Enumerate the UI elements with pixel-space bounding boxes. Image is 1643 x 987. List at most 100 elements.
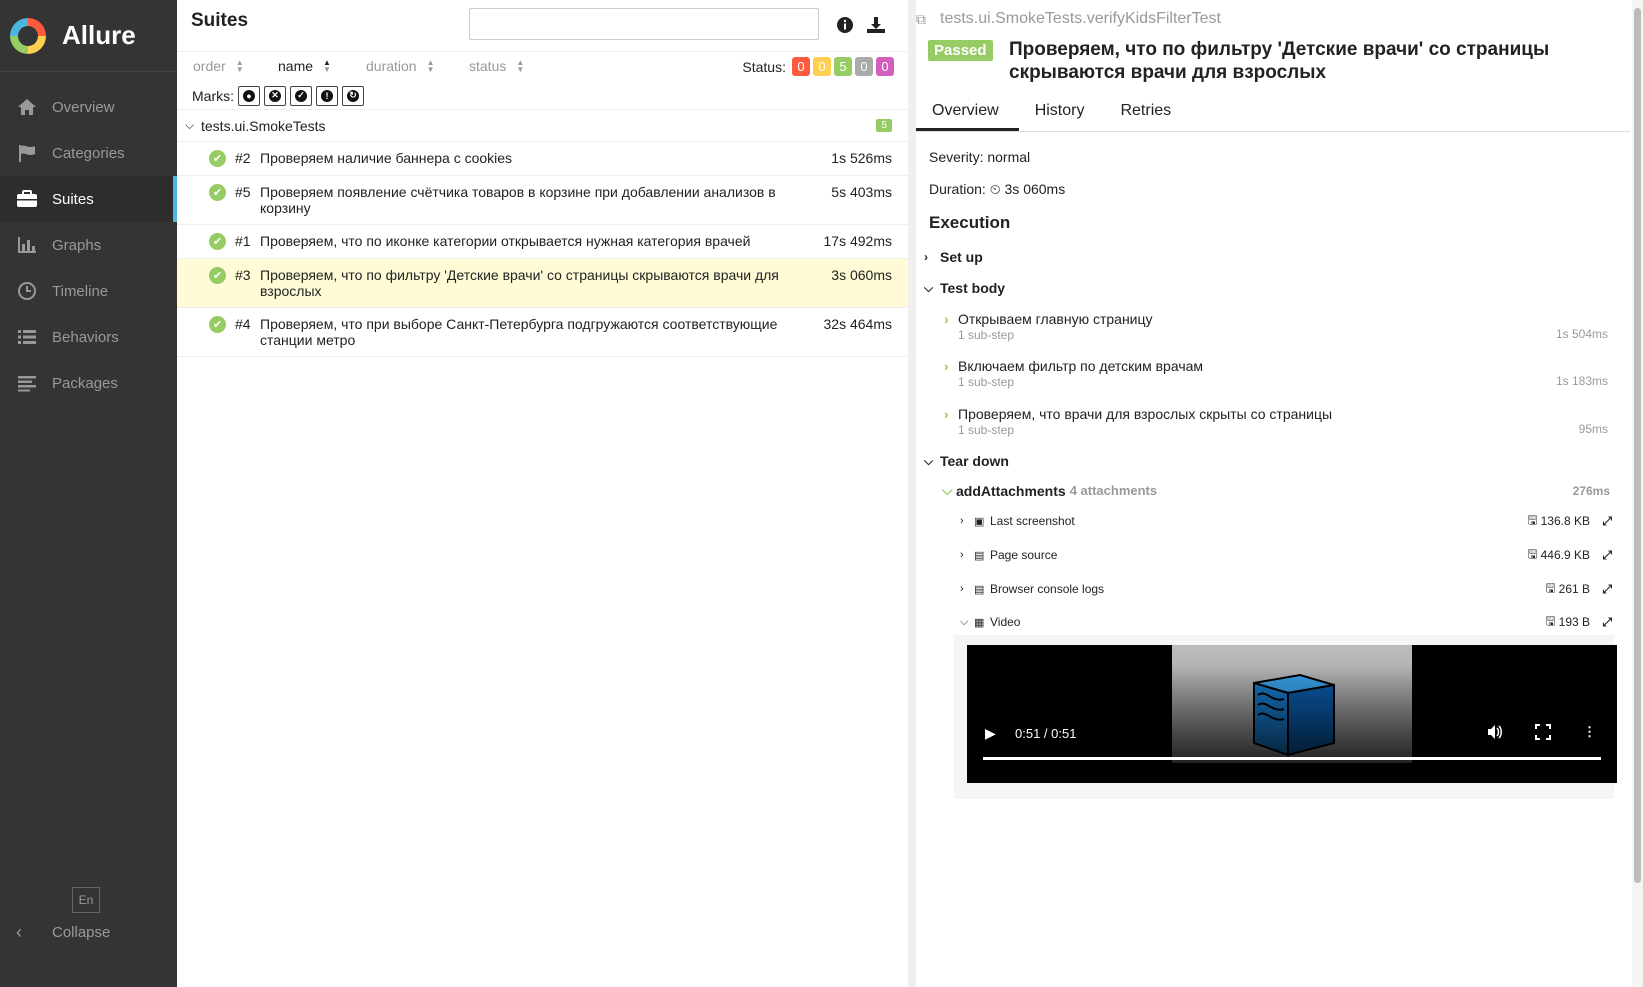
sidebar-item-suites[interactable]: Suites bbox=[0, 176, 177, 222]
tab-history[interactable]: History bbox=[1019, 98, 1105, 131]
tab-overview[interactable]: Overview bbox=[916, 98, 1019, 131]
sidebar-item-graphs[interactable]: Graphs bbox=[0, 222, 177, 268]
save-icon: 🖫 bbox=[1527, 512, 1538, 527]
video-progress-bar[interactable] bbox=[983, 757, 1601, 760]
language-button[interactable]: En bbox=[72, 887, 100, 913]
sort-by-duration[interactable]: duration ▲ ▼ bbox=[366, 58, 435, 74]
sidebar-item-timeline[interactable]: Timeline bbox=[0, 268, 177, 314]
times-circle-icon: ✕ bbox=[269, 89, 281, 102]
tab-retries[interactable]: Retries bbox=[1104, 98, 1191, 131]
sort-by-name[interactable]: name ▲ ▼ bbox=[278, 58, 331, 74]
status-filter: Status: 0 0 5 0 0 bbox=[742, 57, 894, 76]
passed-check-icon: ✔ bbox=[209, 267, 226, 284]
sort-by-status[interactable]: status ▲ ▼ bbox=[469, 58, 524, 74]
search-input[interactable] bbox=[469, 8, 819, 40]
setup-section[interactable]: › Set up bbox=[924, 249, 983, 265]
sidebar-item-overview[interactable]: Overview bbox=[0, 84, 177, 130]
download-icon[interactable] bbox=[865, 14, 887, 36]
more-options-icon[interactable]: ⋮ bbox=[1583, 724, 1596, 740]
mark-new-failed-toggle[interactable]: ✕ bbox=[264, 85, 286, 106]
test-number: #5 bbox=[235, 184, 251, 200]
attachment-size: 🖫 446.9 KB bbox=[1527, 545, 1590, 566]
info-icon[interactable] bbox=[834, 14, 856, 36]
status-broken-toggle[interactable]: 0 bbox=[813, 57, 831, 76]
expand-icon[interactable]: ⤢ bbox=[1602, 548, 1612, 563]
step-duration: 1s 504ms bbox=[1555, 327, 1608, 341]
suites-pane: Suites order ▲ ▼ name ▲ ▼ duration ▲ ▼ stat… bbox=[177, 0, 908, 987]
image-icon: ▣ bbox=[974, 515, 985, 528]
pane-splitter[interactable] bbox=[908, 0, 916, 987]
sort-by-order[interactable]: order ▲ ▼ bbox=[193, 58, 244, 74]
video-player[interactable]: ▶ 0:51 / 0:51 ⋮ bbox=[967, 645, 1617, 783]
test-row[interactable]: ✔ #2 Проверяем наличие баннера с cookies… bbox=[177, 142, 908, 176]
expand-icon[interactable]: ⤢ bbox=[1602, 514, 1612, 529]
mark-new-passed-toggle[interactable]: ✓ bbox=[290, 85, 312, 106]
list-icon bbox=[16, 327, 38, 347]
expand-icon[interactable]: ⤢ bbox=[1602, 615, 1612, 630]
status-unknown-toggle[interactable]: 0 bbox=[876, 57, 894, 76]
test-row[interactable]: ✔ #4 Проверяем, что при выборе Санкт-Пет… bbox=[177, 308, 908, 357]
align-left-icon bbox=[16, 373, 38, 393]
bomb-icon: ● bbox=[243, 89, 255, 102]
chevron-down-icon: ⌵ bbox=[924, 453, 934, 468]
test-row-selected[interactable]: ✔ #3 Проверяем, что по фильтру 'Детские … bbox=[177, 259, 908, 308]
status-badge: Passed bbox=[928, 40, 993, 61]
fullscreen-icon[interactable] bbox=[1535, 724, 1551, 743]
scrollbar-thumb[interactable] bbox=[1634, 8, 1641, 883]
test-full-name: tests.ui.SmokeTests.verifyKidsFilterTest bbox=[940, 10, 1221, 27]
passed-check-icon: ✔ bbox=[209, 316, 226, 333]
brand[interactable]: Allure bbox=[0, 0, 177, 72]
attachment-size-value: 446.9 KB bbox=[1540, 548, 1590, 562]
teardown-section[interactable]: ⌵ Tear down bbox=[924, 453, 1009, 469]
attachment-row[interactable]: › ▣ Last screenshot 🖫 136.8 KB ⤢ bbox=[960, 513, 1616, 529]
sidebar-item-categories[interactable]: Categories bbox=[0, 130, 177, 176]
scrollbar[interactable] bbox=[1632, 0, 1643, 987]
severity-label: Severity: bbox=[929, 149, 984, 165]
attachment-name: Browser console logs bbox=[990, 582, 1105, 596]
duration-label: Duration: bbox=[929, 181, 986, 197]
file-icon: ▤ bbox=[974, 549, 985, 562]
test-name: Проверяем, что по фильтру 'Детские врачи… bbox=[260, 267, 779, 299]
step-row[interactable]: › Открываем главную страницу 1 sub-step 1… bbox=[944, 311, 1614, 342]
section-label: Set up bbox=[940, 249, 983, 265]
step-row[interactable]: › Включаем фильтр по детским врачам 1 sub… bbox=[944, 358, 1614, 389]
step-substep-count: 1 sub-step bbox=[958, 328, 1015, 342]
sidebar-item-packages[interactable]: Packages bbox=[0, 360, 177, 406]
attachments-step[interactable]: ⌵ addAttachments 4 attachments 276ms bbox=[942, 482, 1616, 499]
expand-icon[interactable]: ⤢ bbox=[1602, 582, 1612, 597]
test-path[interactable]: ⧉ tests.ui.SmokeTests.verifyKidsFilterTe… bbox=[916, 10, 1221, 28]
test-duration: 3s 060ms bbox=[831, 267, 892, 283]
step-duration: 95ms bbox=[1578, 422, 1608, 436]
volume-icon[interactable] bbox=[1487, 724, 1503, 743]
test-duration: 1s 526ms bbox=[831, 150, 892, 166]
attachment-row[interactable]: › ▤ Browser console logs 🖫 261 B ⤢ bbox=[960, 581, 1616, 597]
attachment-row[interactable]: ⌵ ▦ Video 🖫 193 B ⤢ bbox=[960, 614, 1616, 630]
attachment-row[interactable]: › ▤ Page source 🖫 446.9 KB ⤢ bbox=[960, 547, 1616, 563]
status-failed-toggle[interactable]: 0 bbox=[792, 57, 810, 76]
copy-icon[interactable]: ⧉ bbox=[916, 11, 936, 28]
sidebar-item-label: Graphs bbox=[52, 236, 102, 254]
suites-header: Suites bbox=[177, 0, 908, 52]
test-number: #2 bbox=[235, 150, 251, 166]
status-filter-label: Status: bbox=[742, 58, 786, 75]
play-icon[interactable]: ▶ bbox=[985, 725, 996, 742]
test-row[interactable]: ✔ #5 Проверяем появление счётчика товаро… bbox=[177, 176, 908, 225]
status-skipped-toggle[interactable]: 0 bbox=[855, 57, 873, 76]
mark-flaky-toggle[interactable]: ● bbox=[238, 85, 260, 106]
attachment-size-value: 193 B bbox=[1558, 615, 1590, 629]
sidebar-nav: Overview Categories Suites Graphs Timeli… bbox=[0, 84, 177, 406]
video-attachment-panel: ▶ 0:51 / 0:51 ⋮ bbox=[954, 635, 1617, 799]
mark-retries-toggle[interactable]: ↻ bbox=[342, 85, 364, 106]
collapse-button[interactable]: ‹ Collapse bbox=[16, 922, 110, 943]
status-passed-toggle[interactable]: 5 bbox=[834, 57, 852, 76]
suite-group-row[interactable]: ⌵ tests.ui.SmokeTests 5 bbox=[177, 110, 908, 142]
sort-label: duration bbox=[366, 58, 417, 74]
test-body-section[interactable]: ⌵ Test body bbox=[924, 280, 1005, 296]
mark-new-broken-toggle[interactable]: ! bbox=[316, 85, 338, 106]
step-row[interactable]: › Проверяем, что врачи для взрослых скрыт… bbox=[944, 406, 1614, 437]
test-title: Проверяем, что по фильтру 'Детские врачи… bbox=[1009, 39, 1550, 83]
chevron-down-icon: ⌵ bbox=[185, 118, 195, 132]
test-row[interactable]: ✔ #1 Проверяем, что по иконке категории … bbox=[177, 225, 908, 259]
sidebar-item-behaviors[interactable]: Behaviors bbox=[0, 314, 177, 360]
detail-tabs: Overview History Retries bbox=[916, 98, 1630, 132]
